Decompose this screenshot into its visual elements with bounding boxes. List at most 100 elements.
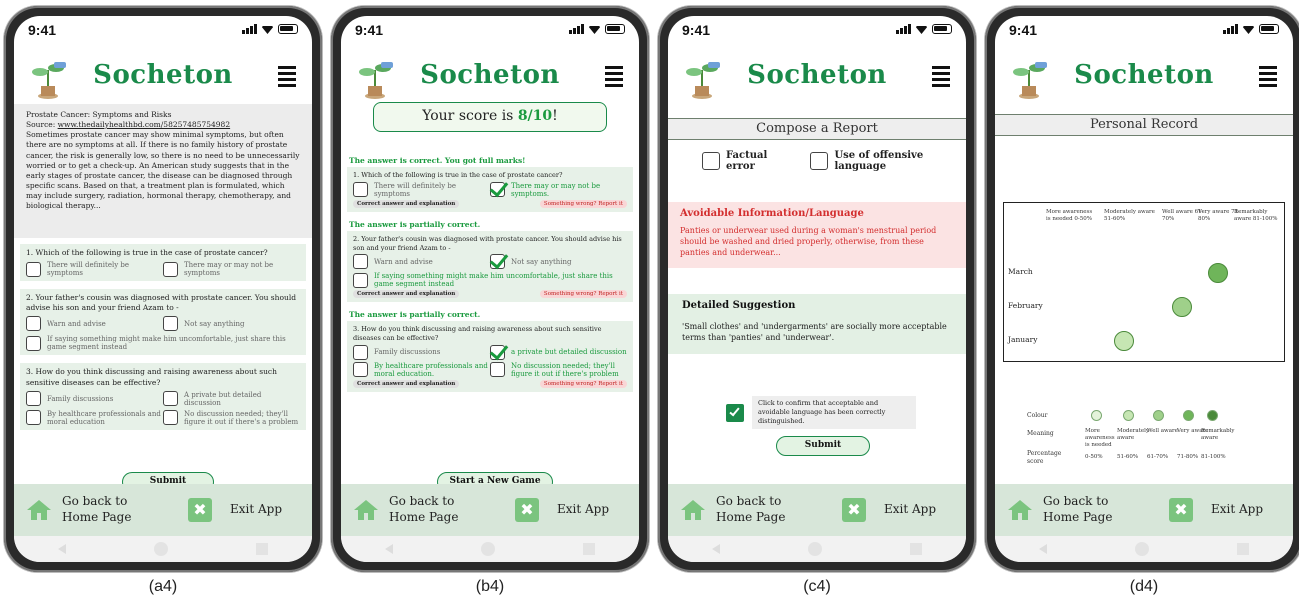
home-circle-icon[interactable] xyxy=(808,542,822,556)
report-link[interactable]: Something wrong? Report it xyxy=(539,290,627,299)
checkbox[interactable] xyxy=(163,261,178,277)
suggestion-text: 'Small clothes' and 'undergarments' are … xyxy=(682,322,947,343)
checkbox[interactable] xyxy=(163,316,178,332)
explanation-link[interactable]: Correct answer and explanation xyxy=(353,379,460,388)
status-time: 9:41 xyxy=(28,22,57,38)
status-time: 9:41 xyxy=(355,22,384,38)
report-link[interactable]: Something wrong? Report it xyxy=(539,379,627,388)
home-circle-icon[interactable] xyxy=(154,542,168,556)
factual-error-option[interactable]: Factual error xyxy=(702,150,792,172)
recents-icon[interactable] xyxy=(910,543,922,555)
home-button[interactable]: Go back to Home Page xyxy=(353,494,458,525)
q3-option-3[interactable]: By healthcare professionals and moral ed… xyxy=(26,410,163,426)
home-circle-icon[interactable] xyxy=(481,542,495,556)
hamburger-menu-icon[interactable] xyxy=(605,66,623,90)
legend: Colour Meaning Percentage score More awaren… xyxy=(995,406,1293,480)
checkbox[interactable] xyxy=(702,152,720,170)
screen-b4: 9:41 Socheton Your score is 8/10! The an… xyxy=(341,16,639,562)
q3-option-1[interactable]: Family discussions xyxy=(26,391,163,407)
explanation-link[interactable]: Correct answer and explanation xyxy=(353,290,460,299)
checkbox[interactable] xyxy=(163,410,178,426)
status-time: 9:41 xyxy=(1009,22,1038,38)
report-link[interactable]: Something wrong? Report it xyxy=(539,199,627,208)
checkbox[interactable] xyxy=(26,391,41,407)
phone-c4: 9:41 Socheton Compose a Report Factual e… xyxy=(658,6,976,572)
article-card: Prostate Cancer: Symptoms and Risks Sour… xyxy=(14,104,312,238)
q1-option-1: There will definitely be symptoms xyxy=(353,182,490,198)
q2-option-3: If saying something might make him uncom… xyxy=(353,272,627,288)
q3-option-4[interactable]: No discussion needed; they'll figure it … xyxy=(163,410,300,426)
bottom-nav: Go back to Home Page ✖ Exit App xyxy=(341,484,639,536)
q3-option-2[interactable]: A private but detailed discussion xyxy=(163,391,300,407)
checked-checkbox-icon[interactable] xyxy=(726,403,744,422)
back-icon[interactable] xyxy=(385,544,393,554)
q2-option-3[interactable]: If saying something might make him uncom… xyxy=(26,335,300,351)
legend-range: 71-80% xyxy=(1177,454,1199,460)
home-icon xyxy=(1008,500,1032,520)
signal-icon xyxy=(1223,24,1238,34)
screen-d4: 9:41 Socheton Personal Record More aware… xyxy=(995,16,1293,562)
hamburger-menu-icon[interactable] xyxy=(932,66,950,90)
q1-option-2[interactable]: There may or may not be symptoms xyxy=(163,261,300,277)
question-1: 1. Which of the following is true in the… xyxy=(20,244,306,282)
checkbox[interactable] xyxy=(26,261,41,277)
q3-option-4: No discussion needed; they'll figure it … xyxy=(490,362,627,378)
hamburger-menu-icon[interactable] xyxy=(278,66,296,90)
q2-option-2[interactable]: Not say anything xyxy=(163,316,300,332)
home-button[interactable]: Go back to Home Page xyxy=(1007,494,1112,525)
checkbox[interactable] xyxy=(26,316,41,332)
avoidable-text: Panties or underwear used during a woman… xyxy=(680,226,937,258)
q2-option-1[interactable]: Warn and advise xyxy=(26,316,163,332)
wifi-icon xyxy=(261,26,274,34)
q3-option-2: a private but detailed discussion xyxy=(490,344,627,360)
recents-icon[interactable] xyxy=(256,543,268,555)
screen-c4: 9:41 Socheton Compose a Report Factual e… xyxy=(668,16,966,562)
system-nav-bar xyxy=(14,536,312,562)
explanation-link[interactable]: Correct answer and explanation xyxy=(353,199,460,208)
exit-button[interactable]: ✖ Exit App xyxy=(514,498,609,522)
checkbox[interactable] xyxy=(26,410,41,426)
suggestion-heading: Detailed Suggestion xyxy=(682,300,796,311)
recents-icon[interactable] xyxy=(583,543,595,555)
app-header: Socheton xyxy=(668,48,966,102)
legend-meaning: More awareness is needed xyxy=(1085,428,1115,448)
back-icon[interactable] xyxy=(1039,544,1047,554)
battery-icon xyxy=(278,24,298,34)
status-bar: 9:41 xyxy=(995,16,1293,46)
checkbox[interactable] xyxy=(26,335,41,351)
source-link[interactable]: www.thedailyhealthbd.com/58257485754982 xyxy=(58,120,230,129)
exit-button[interactable]: ✖ Exit App xyxy=(1168,498,1263,522)
question-3-text: 3. How do you think discussing and raisi… xyxy=(26,367,277,387)
source-label: Source: xyxy=(26,120,58,130)
signal-icon xyxy=(569,24,584,34)
caption-b4: (b4) xyxy=(475,578,505,595)
q1-option-1[interactable]: There will definitely be symptoms xyxy=(26,261,163,277)
record-column-header: Remarkably aware 81-100% xyxy=(1234,209,1278,223)
record-chart: More awareness is needed 0-50% Moderately… xyxy=(1003,202,1285,362)
legend-swatch xyxy=(1091,410,1102,421)
brand-title: Socheton xyxy=(420,60,560,90)
home-button[interactable]: Go back to Home Page xyxy=(680,494,785,525)
record-column-header: Moderately aware 51-60% xyxy=(1104,209,1155,223)
q3-option-1: Family discussions xyxy=(353,344,490,360)
check-icon xyxy=(490,182,505,198)
phone-d4: 9:41 Socheton Personal Record More aware… xyxy=(985,6,1299,572)
exit-button[interactable]: ✖ Exit App xyxy=(187,498,282,522)
status-bar: 9:41 xyxy=(14,16,312,46)
offensive-language-option[interactable]: Use of offensive language xyxy=(810,150,966,172)
result-3: The answer is partially correct. xyxy=(349,310,481,320)
exit-button[interactable]: ✖ Exit App xyxy=(841,498,936,522)
avoidable-section: Avoidable Information/Language Panties o… xyxy=(668,202,966,268)
checkbox[interactable] xyxy=(810,152,829,170)
hamburger-menu-icon[interactable] xyxy=(1259,66,1277,90)
back-icon[interactable] xyxy=(58,544,66,554)
checkbox[interactable] xyxy=(163,391,178,407)
home-circle-icon[interactable] xyxy=(1135,542,1149,556)
submit-button[interactable]: Submit xyxy=(776,436,870,456)
recents-icon[interactable] xyxy=(1237,543,1249,555)
home-button[interactable]: Go back to Home Page xyxy=(26,494,131,525)
confirm-option[interactable]: Click to confirm that acceptable and avo… xyxy=(726,396,916,430)
caption-c4: (c4) xyxy=(803,578,831,595)
report-type-options: Factual error Use of offensive language xyxy=(702,150,966,172)
back-icon[interactable] xyxy=(712,544,720,554)
